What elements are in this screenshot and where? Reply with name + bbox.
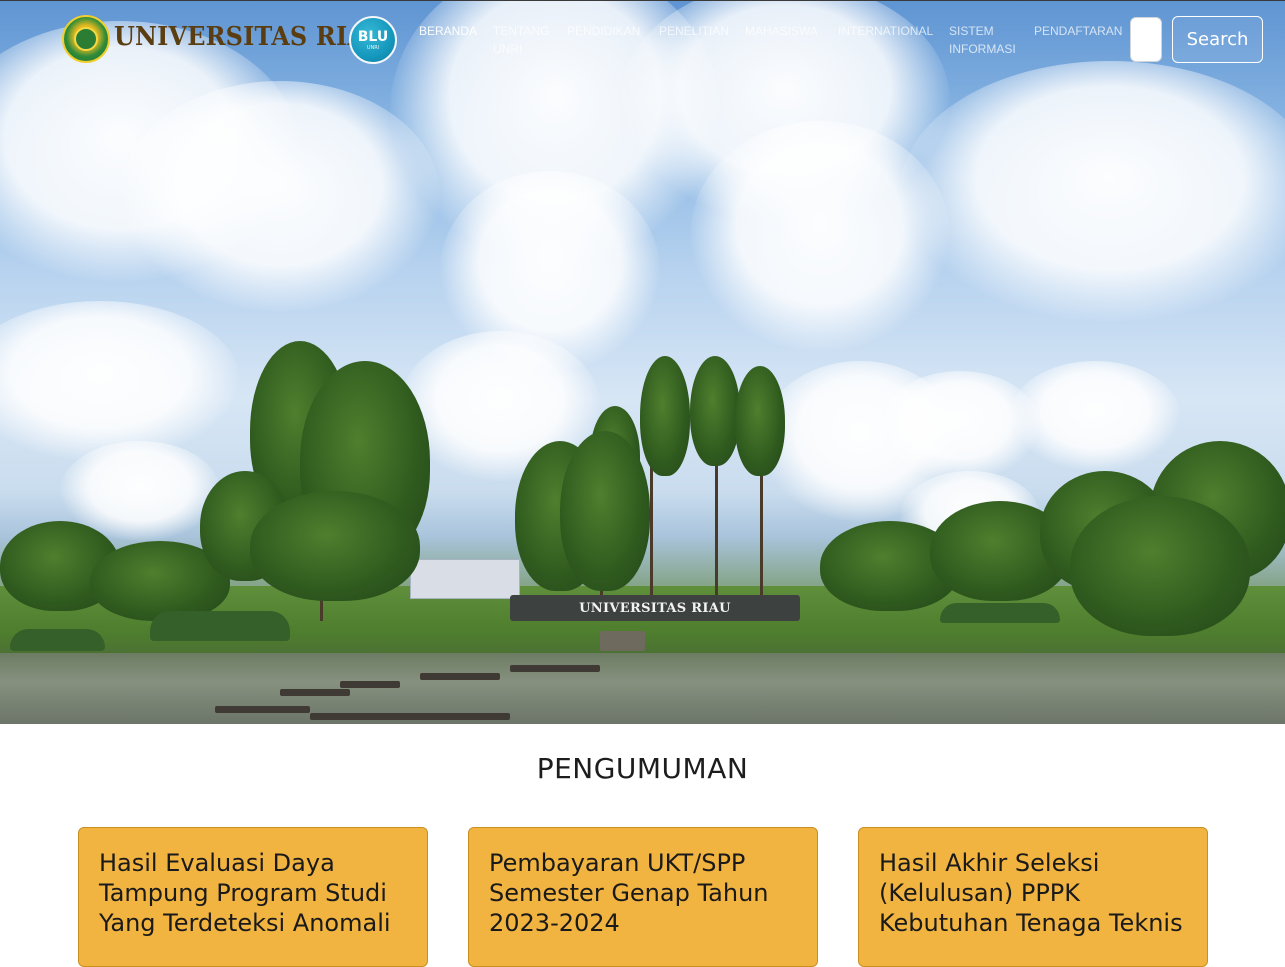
nav-item-mahasiswa[interactable]: MAHASISWA — [745, 22, 818, 40]
lake — [0, 653, 1285, 724]
announcement-card-title[interactable]: Hasil Evaluasi Daya Tampung Program Stud… — [99, 848, 407, 938]
nav-item-pendidikan[interactable]: PENDIDIKAN — [567, 22, 640, 40]
nav-item-sistem-informasi[interactable]: SISTEM INFORMASI — [949, 22, 1016, 58]
brand-name: UNIVERSITAS RIAU — [114, 22, 388, 52]
announcement-card[interactable]: Hasil Akhir Seleksi (Kelulusan) PPPK Keb… — [858, 827, 1208, 967]
nav-item-tentang-unri[interactable]: TENTANG UNRI — [493, 22, 549, 58]
blu-badge-icon: BLU UNRI — [349, 16, 397, 64]
nav-item-penelitian[interactable]: PENELITIAN — [659, 22, 729, 40]
campus-building — [410, 559, 520, 599]
campus-sign: UNIVERSITAS RIAU — [510, 595, 800, 621]
announcement-card-title[interactable]: Pembayaran UKT/SPP Semester Genap Tahun … — [489, 848, 797, 938]
announcement-card[interactable]: Hasil Evaluasi Daya Tampung Program Stud… — [78, 827, 428, 967]
announcement-card[interactable]: Pembayaran UKT/SPP Semester Genap Tahun … — [468, 827, 818, 967]
university-emblem-icon — [62, 15, 110, 63]
nav-item-pendaftaran[interactable]: PENDAFTARAN — [1034, 22, 1122, 40]
search-input[interactable] — [1130, 17, 1162, 62]
nav-item-beranda[interactable]: BERANDA — [419, 22, 477, 40]
nav-item-international[interactable]: INTERNATIONAL — [838, 22, 933, 40]
announcements-title: PENGUMUMAN — [536, 752, 749, 785]
hero-banner: UNIVERSITAS RIAU — [0, 0, 1285, 724]
search-button[interactable]: Search — [1172, 16, 1263, 63]
announcement-card-title[interactable]: Hasil Akhir Seleksi (Kelulusan) PPPK Keb… — [879, 848, 1187, 938]
